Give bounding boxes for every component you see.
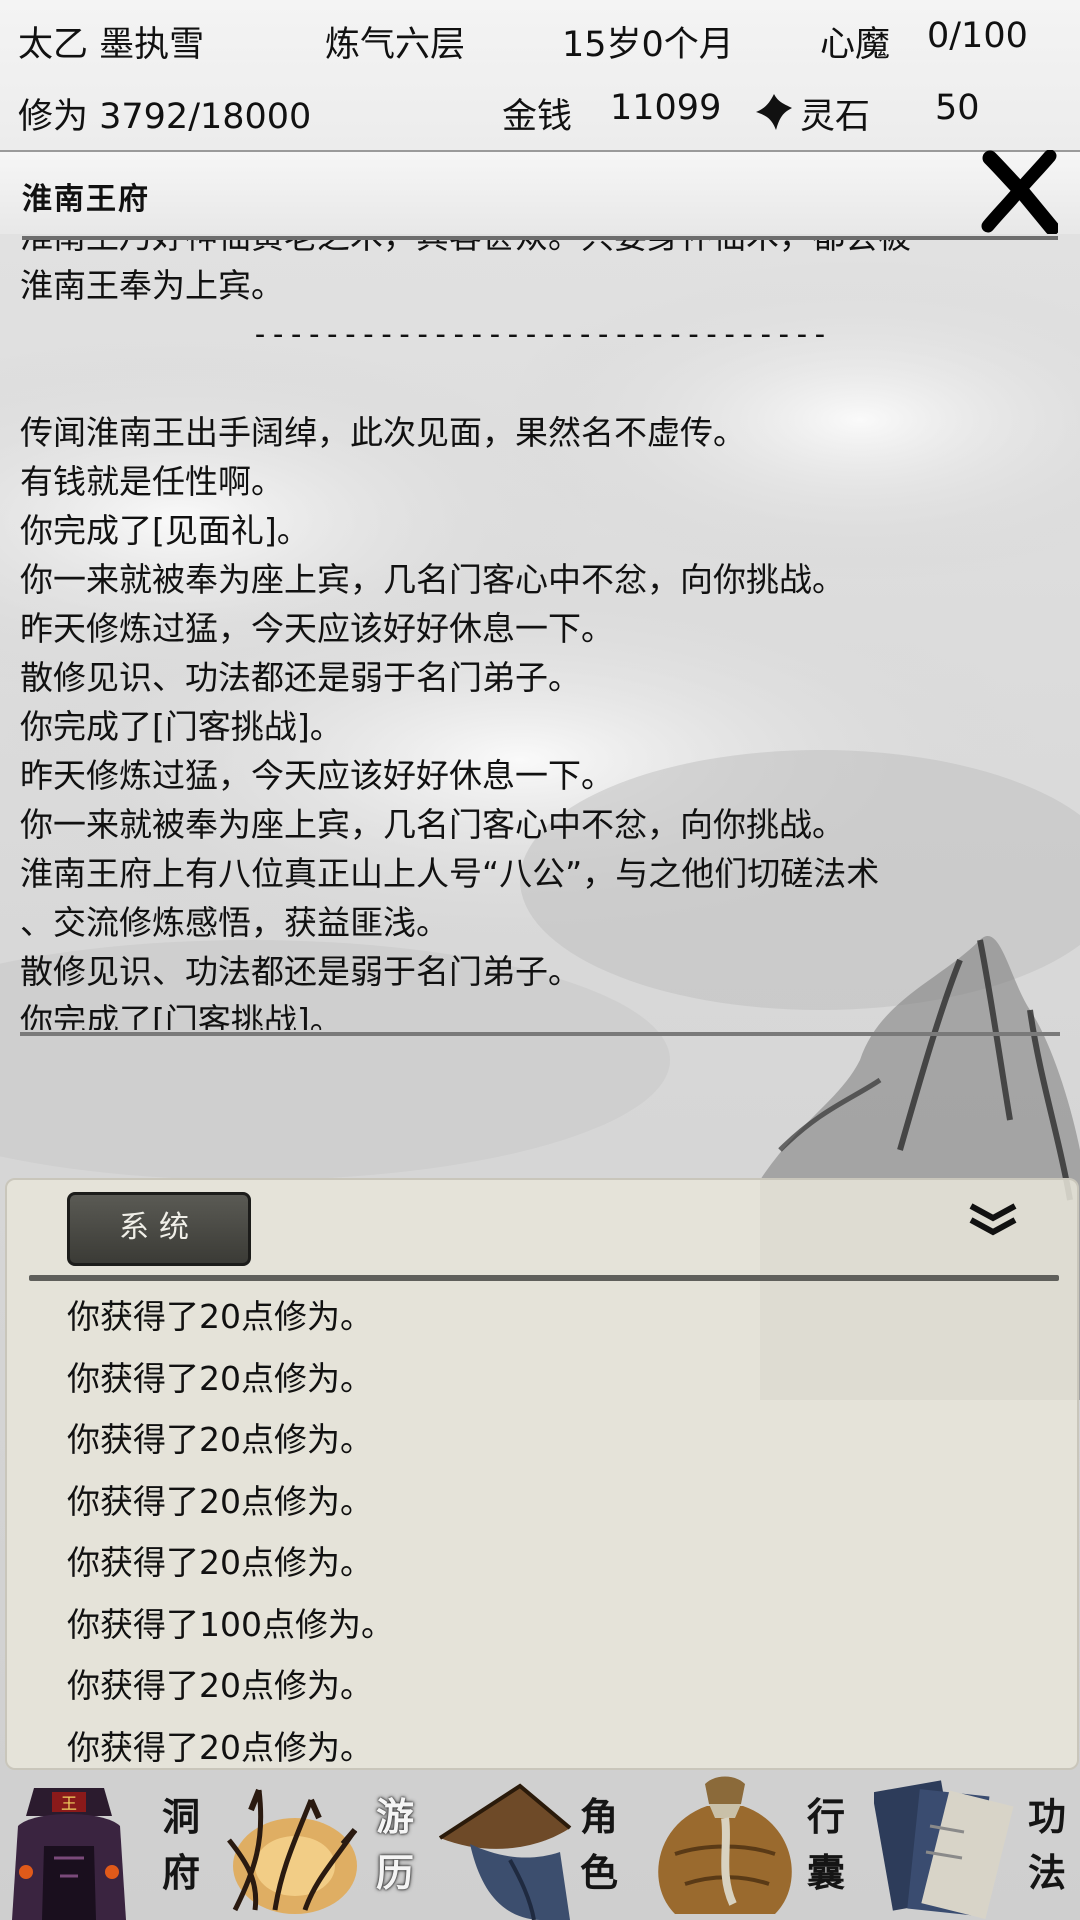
bag-icon — [658, 1776, 792, 1914]
bottom-navigation: 王 洞 府 游 历 角 色 行 囊 功 法 — [0, 1770, 1080, 1920]
log-line: 你获得了20点修为。 — [67, 1297, 373, 1336]
nav-travel-label-bottom: 历 — [375, 1850, 414, 1895]
nav-techniques[interactable]: 功 法 — [860, 1770, 1080, 1920]
event-text-area: 淮南王乃好神仙黄老之术，宾客甚众。只要身怀仙术，都会被 淮南王奉为上宾。 ---… — [20, 240, 1060, 1030]
event-line: 散修见识、功法都还是弱于名门弟子。 — [20, 952, 581, 991]
cultivation-progress: 修为 3792/18000 — [18, 97, 312, 137]
nav-bag-label-bottom: 囊 — [806, 1850, 845, 1895]
log-line: 你获得了20点修为。 — [67, 1666, 373, 1705]
title-divider — [22, 236, 1058, 240]
log-line: 你获得了20点修为。 — [67, 1420, 373, 1459]
event-line: 你一来就被奉为座上宾，几名门客心中不忿，向你挑战。 — [20, 805, 845, 844]
log-line: 你获得了20点修为。 — [67, 1358, 373, 1398]
log-line: 你获得了20点修为。 — [67, 1543, 373, 1582]
system-tab[interactable]: 系统 — [67, 1192, 251, 1266]
svg-text:王: 王 — [61, 1794, 77, 1813]
spirit-stone-icon — [756, 94, 792, 130]
nav-travel[interactable]: 游 历 — [215, 1770, 430, 1920]
nav-bag[interactable]: 行 囊 — [645, 1770, 860, 1920]
status-header: 太乙 墨执雪 炼气六层 15岁0个月 心魔 0/100 修为 3792/1800… — [0, 0, 1080, 152]
log-line: 你获得了20点修为。 — [67, 1481, 373, 1521]
log-line: 你获得了100点修为。 — [67, 1604, 394, 1644]
system-log-panel: 系统 你获得了20点修为。 你获得了20点修为。 你获得了20点修为。 你获得了… — [5, 1178, 1079, 1770]
money-label: 金钱 — [502, 97, 573, 137]
event-separator: -------------------------------- — [251, 317, 829, 352]
heart-demon-label: 心魔 — [820, 25, 891, 65]
event-line: 传闻淮南王出手阔绰，此次见面，果然名不虚传。 — [20, 413, 746, 452]
spirit-stone-value: 50 — [935, 88, 980, 128]
event-line: 你完成了[门客挑战]。 — [20, 707, 343, 746]
close-x-icon[interactable] — [980, 150, 1058, 234]
double-chevron-down-icon[interactable] — [965, 1200, 1021, 1240]
event-line: 昨天修炼过猛，今天应该好好休息一下。 — [20, 609, 614, 648]
event-title-bar: 淮南王府 — [0, 152, 1080, 234]
nav-character[interactable]: 角 色 — [430, 1770, 645, 1920]
log-line: 你获得了20点修为。 — [67, 1727, 373, 1767]
nav-character-label-bottom: 色 — [579, 1850, 618, 1895]
straw-hat-character-icon — [438, 1783, 572, 1920]
event-line: 淮南王府上有八位真正山上人号“八公”，与之他们切磋法术 — [20, 854, 880, 893]
event-line: 你一来就被奉为座上宾，几名门客心中不忿，向你挑战。 — [20, 560, 845, 599]
heart-demon-value: 0/100 — [927, 16, 1028, 56]
event-line: 有钱就是任性啊。 — [20, 462, 284, 501]
cave-mansion-icon: 王 — [12, 1788, 126, 1920]
character-name: 太乙 墨执雪 — [18, 25, 205, 65]
event-line: 淮南王奉为上宾。 — [20, 266, 284, 305]
event-bottom-divider — [20, 1032, 1060, 1036]
nav-techniques-label-bottom: 法 — [1027, 1850, 1066, 1895]
scroll-books-icon — [874, 1780, 1014, 1920]
money-value: 11099 — [610, 88, 722, 128]
log-divider — [29, 1275, 1059, 1281]
event-line — [20, 359, 1060, 408]
event-line: 、交流修炼感悟，获益匪浅。 — [20, 903, 449, 942]
event-title: 淮南王府 — [22, 182, 150, 217]
event-line: 你完成了[见面礼]。 — [20, 511, 310, 550]
spirit-stone-label: 灵石 — [800, 97, 871, 137]
nav-cave-label-bottom: 府 — [161, 1850, 200, 1895]
event-line: 昨天修炼过猛，今天应该好好休息一下。 — [20, 756, 614, 795]
character-age: 15岁0个月 — [562, 25, 734, 65]
travel-reeds-icon — [227, 1788, 358, 1914]
system-log-list: 你获得了20点修为。 你获得了20点修为。 你获得了20点修为。 你获得了20点… — [67, 1286, 1047, 1778]
nav-cave-mansion[interactable]: 王 洞 府 — [0, 1770, 215, 1920]
event-line: 淮南王乃好神仙黄老之术，宾客甚众。只要身怀仙术，都会被 — [20, 240, 1060, 261]
event-line: 散修见识、功法都还是弱于名门弟子。 — [20, 658, 581, 697]
cultivation-realm: 炼气六层 — [325, 25, 466, 65]
event-line: 你完成了[门客挑战]。 — [20, 1001, 343, 1030]
